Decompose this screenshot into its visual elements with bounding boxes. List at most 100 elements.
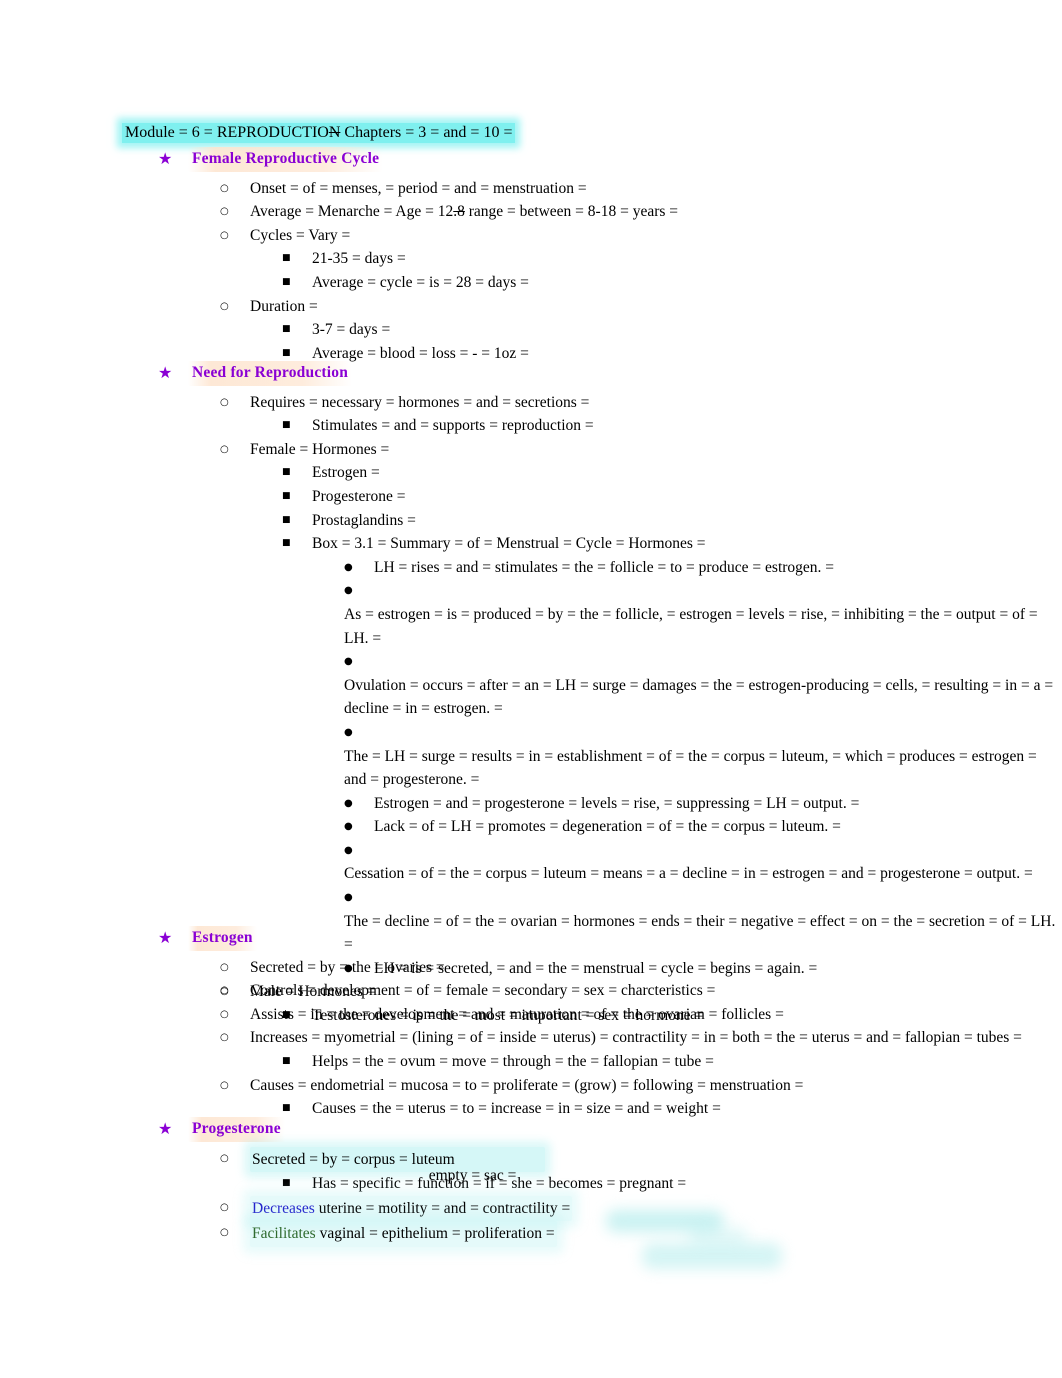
list-item-label: Estrogen = (312, 464, 380, 482)
list-item: ■ Stimulates = and = supports = reproduct… (282, 414, 1062, 438)
menarche-age-post: range = between = 8-18 = years = (464, 203, 679, 221)
circle-bullet-icon: ○ (220, 300, 229, 312)
list-item: ■ 21-35 = days = (282, 247, 1062, 271)
list-item-label: Box = 3.1 = Summary = of = Menstrual = C… (312, 535, 706, 553)
star-bullet-icon: ★ (158, 1119, 173, 1138)
square-bullet-icon: ■ (282, 514, 291, 525)
list-item: ○ Cycles = Vary = (220, 224, 1062, 248)
list-item: ○ Average = Menarche = Age = 12.8 range =… (220, 200, 1062, 224)
list-item-label: Lack = of = LH = promotes = degeneration… (374, 818, 841, 836)
square-bullet-icon: ■ (282, 1055, 291, 1066)
square-bullet-icon: ■ (282, 1178, 291, 1189)
decreases-rest: uterine = motility = and = contractility… (314, 1199, 571, 1217)
circle-bullet-icon: ○ (220, 229, 229, 241)
circle-bullet-icon: ○ (220, 1152, 229, 1164)
section-heading: Female Reproductive Cycle (188, 147, 384, 172)
list-item-label: Controls = development = of = female = s… (250, 982, 716, 1000)
list-item-label: Cycles = Vary = (250, 226, 351, 244)
list-item-label: Estrogen = and = progesterone = levels =… (374, 794, 860, 812)
circle-bullet-icon: ○ (220, 396, 229, 408)
list-item: ○ Decreases uterine = motility = and = co… (220, 1195, 1062, 1222)
list-item-label: Stimulates = and = supports = reproducti… (312, 417, 594, 435)
circle-bullet-icon: ○ (220, 961, 229, 973)
list-item-label: Average = cycle = is = 28 = days = (312, 273, 529, 291)
circle-bullet-icon: ○ (220, 1227, 229, 1239)
list-item-label: Assists = in = the = development = and =… (250, 1005, 784, 1023)
disc-bullet-icon: ● (344, 797, 353, 809)
page-title: Module = 6 = REPRODUCTION Chapters = 3 =… (122, 122, 516, 144)
square-bullet-icon: ■ (282, 420, 291, 431)
section-heading: Estrogen (188, 926, 257, 951)
disc-bullet-icon: ● (344, 892, 353, 904)
list-item-label: Average = Menarche = Age = 12.8 range = … (250, 200, 678, 224)
list-item: ■ Box = 3.1 = Summary = of = Menstrual = … (282, 532, 1062, 556)
title-text-struck: N (328, 124, 341, 141)
list-item-label: Helps = the = ovum = move = through = th… (312, 1052, 714, 1070)
disc-bullet-icon: ● (344, 844, 353, 856)
circle-bullet-icon: ○ (220, 182, 229, 194)
list-item: ● The = LH = surge = results = in = estab… (344, 721, 1062, 792)
list-item-label: Progesterone = (312, 487, 406, 505)
list-item-label: Increases = myometrial = (lining = of = … (250, 1029, 1022, 1047)
list-item-label: Causes = endometrial = mucosa = to = pro… (250, 1076, 804, 1094)
list-item: ■ Average = cycle = is = 28 = days = (282, 271, 1062, 295)
menarche-age-pre: Average = Menarche = Age = 12 (250, 203, 454, 221)
section-female-reproductive-cycle: ★ Female Reproductive Cycle ○ Onset = of =… (0, 147, 1062, 365)
list-item: ■ Helps = the = ovum = move = through = t… (282, 1050, 1062, 1074)
disc-bullet-icon: ● (344, 656, 353, 668)
list-item: ■ 3-7 = days = (282, 318, 1062, 342)
list-item-label: Facilitates vaginal = epithelium = proli… (250, 1221, 557, 1247)
list-item: ● As = estrogen = is = produced = by = th… (344, 579, 1062, 650)
star-bullet-icon: ★ (158, 149, 173, 168)
section-heading-row: ★ Female Reproductive Cycle (158, 147, 1062, 172)
list-item: ● Ovulation = occurs = after = an = LH = … (344, 650, 1062, 721)
circle-bullet-icon: ○ (220, 206, 229, 218)
title-highlight: Module = 6 = REPRODUCTION Chapters = 3 =… (122, 123, 516, 143)
square-bullet-icon: ■ (282, 253, 291, 264)
circle-bullet-icon: ○ (220, 1079, 229, 1091)
section-heading-row: ★ Estrogen (158, 926, 1062, 951)
list-item-label: Female = Hormones = (250, 440, 390, 458)
list-item-label: Secreted = by = the = ovaries = (250, 958, 445, 976)
section-heading: Need for Reproduction (188, 361, 353, 386)
star-bullet-icon: ★ (158, 928, 173, 947)
list-item: ○ Duration = (220, 295, 1062, 319)
list-item-label: As = estrogen = is = produced = by = the… (344, 605, 1038, 647)
circle-bullet-icon: ○ (220, 1201, 229, 1213)
title-text-post: Chapters = 3 = and = 10 = (340, 124, 513, 141)
disc-bullet-icon: ● (344, 585, 353, 597)
square-bullet-icon: ■ (282, 324, 291, 335)
secreted-by-corpus-luteum: Secreted = by = corpus = luteum (252, 1150, 455, 1168)
list-item-label: Secreted = by = corpus = luteum empty = s… (250, 1146, 545, 1184)
square-bullet-icon: ■ (282, 538, 291, 549)
list-item-label: Requires = necessary = hormones = and = … (250, 393, 590, 411)
circle-bullet-icon: ○ (220, 985, 229, 997)
list-item: ■ Prostaglandins = (282, 509, 1062, 533)
square-bullet-icon: ■ (282, 490, 291, 501)
list-item: ○ Controls = development = of = female = … (220, 979, 1062, 1003)
disc-bullet-icon: ● (344, 726, 353, 738)
menarche-age-struck: .8 (453, 203, 465, 221)
circle-bullet-icon: ○ (220, 1008, 229, 1020)
list-item: ○ Increases = myometrial = (lining = of =… (220, 1026, 1062, 1050)
section-heading-row: ★ Progesterone (158, 1117, 1062, 1142)
disc-bullet-icon: ● (344, 561, 353, 573)
facilitates-keyword: Facilitates (252, 1225, 316, 1243)
circle-bullet-icon: ○ (220, 443, 229, 455)
title-text-pre: Module = 6 = REPRODUCTIO (125, 124, 329, 141)
disc-bullet-icon: ● (344, 821, 353, 833)
list-item-label: Prostaglandins = (312, 511, 416, 529)
list-item-label: 21-35 = days = (312, 250, 406, 268)
list-item: ● Lack = of = LH = promotes = degeneratio… (344, 815, 1062, 839)
list-item-label: Cessation = of = the = corpus = luteum =… (344, 865, 1033, 883)
section-heading: Progesterone (188, 1117, 285, 1142)
decreases-keyword: Decreases (252, 1199, 315, 1217)
list-item-label: Ovulation = occurs = after = an = LH = s… (344, 676, 1054, 718)
list-item: ■ Progesterone = (282, 485, 1062, 509)
list-item-label: 3-7 = days = (312, 321, 391, 339)
star-bullet-icon: ★ (158, 363, 173, 382)
list-item: ● Cessation = of = the = corpus = luteum … (344, 839, 1062, 886)
list-item: ○ Secreted = by = the = ovaries = (220, 956, 1062, 980)
square-bullet-icon: ■ (282, 467, 291, 478)
list-item: ○ Secreted = by = corpus = luteum empty = … (220, 1146, 1062, 1184)
